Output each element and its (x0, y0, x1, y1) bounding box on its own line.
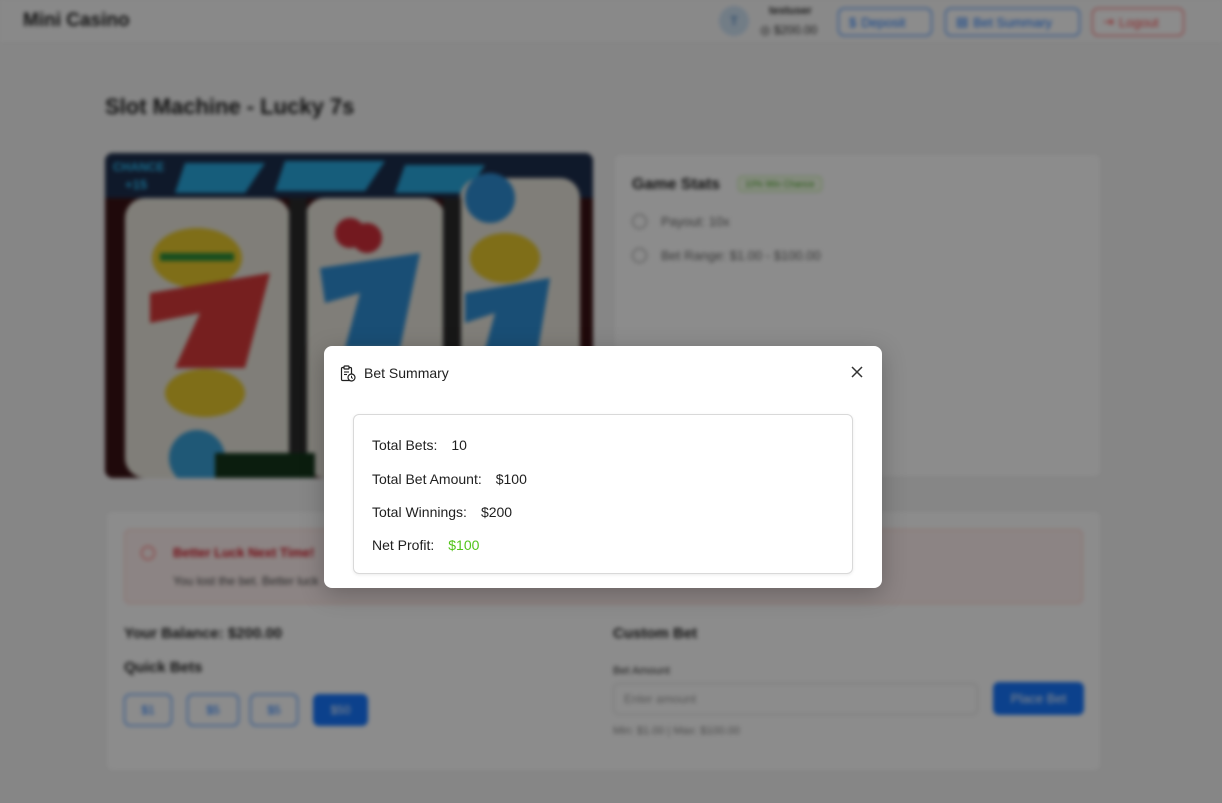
net-profit-label: Net Profit: (372, 537, 435, 553)
total-winnings-label: Total Winnings: (372, 504, 467, 520)
summary-card: Total Bets: 10 Total Bet Amount: $100 To… (353, 414, 853, 574)
bet-summary-modal: Bet Summary Total Bets: 10 Total Bet Amo… (324, 346, 882, 588)
total-bets-value: 10 (451, 437, 467, 453)
modal-title: Bet Summary (364, 365, 449, 381)
clipboard-clock-icon (340, 365, 356, 382)
total-bet-amount-row: Total Bet Amount: $100 (372, 471, 527, 487)
total-bets-label: Total Bets: (372, 437, 438, 453)
close-icon[interactable] (850, 365, 864, 379)
total-winnings-row: Total Winnings: $200 (372, 504, 512, 520)
total-bet-amount-label: Total Bet Amount: (372, 471, 482, 487)
total-bet-amount-value: $100 (495, 471, 527, 487)
net-profit-row: Net Profit: $100 (372, 537, 479, 553)
total-bets-row: Total Bets: 10 (372, 437, 467, 453)
total-winnings-value: $200 (480, 504, 513, 520)
net-profit-value: $100 (448, 537, 480, 553)
